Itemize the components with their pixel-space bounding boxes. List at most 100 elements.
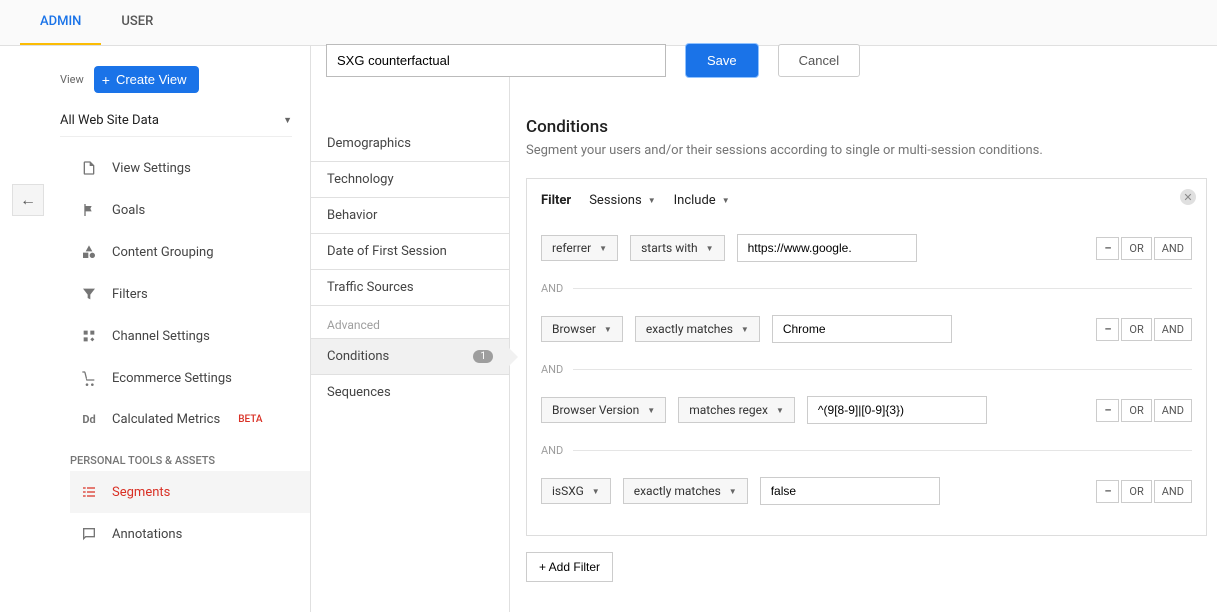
personal-tools-header: PERSONAL TOOLS & ASSETS (70, 454, 310, 467)
back-button[interactable]: ← (12, 184, 44, 216)
category-technology[interactable]: Technology (311, 161, 509, 197)
conditions-count-badge: 1 (473, 350, 493, 363)
caret-down-icon: ▼ (648, 196, 656, 205)
category-sequences[interactable]: Sequences (311, 374, 509, 410)
segment-editor: Save Cancel Conditions Segment your user… (510, 46, 1217, 612)
create-view-label: Create View (116, 72, 187, 87)
and-button[interactable]: AND (1154, 480, 1192, 503)
save-button[interactable]: Save (686, 44, 758, 77)
dimension-value: Browser Version (552, 403, 639, 417)
filter-scope-value: Sessions (589, 193, 642, 208)
operator-select[interactable]: exactly matches▼ (623, 478, 748, 504)
create-view-button[interactable]: + Create View (94, 66, 199, 93)
segments-icon (80, 484, 98, 500)
dimension-value: Browser (552, 322, 596, 336)
sidebar: View + Create View All Web Site Data ▼ ←… (0, 46, 310, 612)
or-button[interactable]: OR (1121, 237, 1151, 260)
tab-admin[interactable]: ADMIN (20, 0, 101, 45)
category-date-first-session[interactable]: Date of First Session (311, 233, 509, 269)
nav-label: View Settings (112, 161, 191, 176)
remove-filter-button[interactable]: ✕ (1180, 189, 1196, 205)
view-selector[interactable]: All Web Site Data ▼ (60, 105, 292, 137)
segment-category-list: Demographics Technology Behavior Date of… (310, 46, 510, 612)
document-icon (80, 160, 98, 176)
advanced-section-label: Advanced (311, 305, 509, 338)
conditions-description: Segment your users and/or their sessions… (526, 143, 1207, 158)
nav-view-settings[interactable]: View Settings (70, 147, 310, 189)
dimension-select[interactable]: Browser Version ▼ (541, 397, 666, 423)
category-behavior[interactable]: Behavior (311, 197, 509, 233)
nav-label: Goals (112, 203, 145, 218)
filter-box: ✕ Filter Sessions ▼ Include ▼ referrer ▼ (526, 178, 1207, 536)
caret-down-icon: ▼ (599, 244, 607, 253)
filter-scope-select[interactable]: Sessions ▼ (589, 193, 655, 208)
funnel-icon (80, 286, 98, 302)
nav-segments[interactable]: Segments (70, 471, 310, 513)
dimension-select[interactable]: Browser ▼ (541, 316, 623, 342)
filter-mode-value: Include (674, 193, 716, 208)
or-button[interactable]: OR (1121, 480, 1151, 503)
or-button[interactable]: OR (1121, 399, 1151, 422)
caret-down-icon: ▼ (706, 244, 714, 253)
and-separator: AND (541, 444, 1192, 457)
nav-label: Segments (112, 485, 170, 500)
remove-condition-button[interactable]: – (1096, 399, 1119, 422)
category-conditions[interactable]: Conditions 1 (311, 338, 509, 374)
nav-annotations[interactable]: Annotations (70, 513, 310, 555)
or-button[interactable]: OR (1121, 318, 1151, 341)
condition-row: isSXG▼ exactly matches▼ – OR AND (541, 465, 1192, 517)
condition-row: Browser Version ▼ matches regex▼ – OR AND (541, 384, 1192, 436)
caret-down-icon: ▼ (283, 115, 292, 126)
grouping-icon (80, 244, 98, 260)
plus-icon: + (102, 73, 110, 87)
and-separator: AND (541, 282, 1192, 295)
and-separator: AND (541, 363, 1192, 376)
nav-label: Annotations (112, 527, 182, 542)
annotations-icon (80, 526, 98, 542)
dimension-select[interactable]: referrer ▼ (541, 235, 618, 261)
nav-channel-settings[interactable]: Channel Settings (70, 315, 310, 357)
nav-filters[interactable]: Filters (70, 273, 310, 315)
condition-value-input[interactable] (760, 477, 940, 505)
category-traffic-sources[interactable]: Traffic Sources (311, 269, 509, 305)
nav-content-grouping[interactable]: Content Grouping (70, 231, 310, 273)
and-button[interactable]: AND (1154, 318, 1192, 341)
add-filter-button[interactable]: + Add Filter (526, 552, 613, 582)
remove-condition-button[interactable]: – (1096, 480, 1119, 503)
condition-row: referrer ▼ starts with▼ – OR AND (541, 222, 1192, 274)
remove-condition-button[interactable]: – (1096, 318, 1119, 341)
caret-down-icon: ▼ (722, 196, 730, 205)
cart-icon (80, 370, 98, 386)
close-icon: ✕ (1183, 191, 1192, 204)
caret-down-icon: ▼ (647, 406, 655, 415)
dimension-value: isSXG (552, 484, 584, 498)
nav-goals[interactable]: Goals (70, 189, 310, 231)
flag-icon (80, 202, 98, 218)
dimension-select[interactable]: isSXG▼ (541, 478, 611, 504)
filter-mode-select[interactable]: Include ▼ (674, 193, 730, 208)
tab-user[interactable]: USER (101, 0, 173, 45)
dimension-value: referrer (552, 241, 591, 255)
operator-select[interactable]: exactly matches▼ (635, 316, 760, 342)
cancel-button[interactable]: Cancel (778, 44, 860, 77)
nav-calculated-metrics[interactable]: Dd Calculated Metrics BETA (70, 399, 310, 440)
condition-value-input[interactable] (807, 396, 987, 424)
conditions-title: Conditions (526, 117, 1207, 137)
operator-select[interactable]: matches regex▼ (678, 397, 795, 423)
metrics-icon: Dd (80, 413, 98, 426)
and-button[interactable]: AND (1154, 399, 1192, 422)
operator-select[interactable]: starts with▼ (630, 235, 725, 261)
nav-ecommerce-settings[interactable]: Ecommerce Settings (70, 357, 310, 399)
segment-name-input[interactable] (326, 44, 666, 77)
condition-value-input[interactable] (737, 234, 917, 262)
caret-down-icon: ▼ (741, 325, 749, 334)
category-demographics[interactable]: Demographics (311, 126, 509, 161)
and-button[interactable]: AND (1154, 237, 1192, 260)
caret-down-icon: ▼ (604, 325, 612, 334)
remove-condition-button[interactable]: – (1096, 237, 1119, 260)
channel-icon (80, 328, 98, 344)
nav-label: Ecommerce Settings (112, 371, 232, 386)
operator-value: matches regex (689, 403, 768, 417)
condition-value-input[interactable] (772, 315, 952, 343)
filter-label: Filter (541, 193, 571, 208)
